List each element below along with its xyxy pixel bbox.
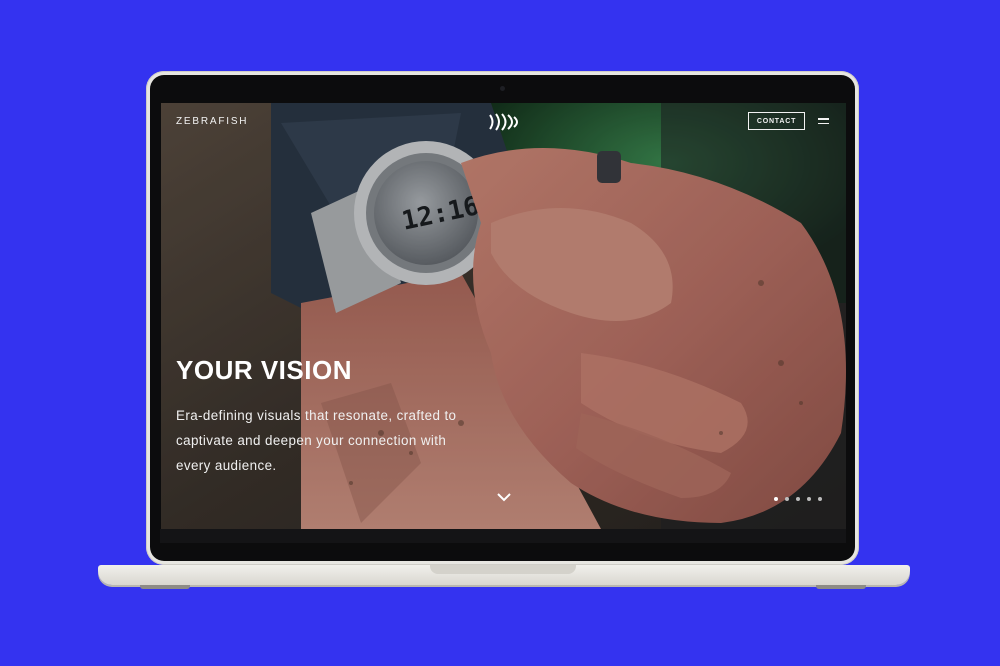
webcam <box>500 86 505 91</box>
contact-button[interactable]: CONTACT <box>748 112 805 130</box>
laptop-foot-right <box>816 585 866 589</box>
screen-bottom-bezel <box>160 529 846 543</box>
zebrafish-mark-icon[interactable] <box>488 113 522 131</box>
slider-dot[interactable] <box>774 497 778 501</box>
mockup-stage: 12:16 ZEBRAFISH CONTACT YOUR VISION Era-… <box>0 0 1000 666</box>
hero-description: Era-defining visuals that resonate, craf… <box>176 408 457 473</box>
site-logo[interactable]: ZEBRAFISH <box>176 116 248 127</box>
chevron-down-icon[interactable] <box>497 493 511 502</box>
website-screen: 12:16 ZEBRAFISH CONTACT YOUR VISION Era-… <box>161 103 846 529</box>
slider-dot[interactable] <box>785 497 789 501</box>
hamburger-menu-icon[interactable] <box>818 118 829 124</box>
slider-dot[interactable] <box>796 497 800 501</box>
laptop-opening-notch <box>430 565 576 574</box>
laptop-foot-left <box>140 585 190 589</box>
slider-dot[interactable] <box>807 497 811 501</box>
slider-dot[interactable] <box>818 497 822 501</box>
slider-pagination <box>774 497 822 501</box>
hero-title: YOUR VISION <box>176 355 352 385</box>
